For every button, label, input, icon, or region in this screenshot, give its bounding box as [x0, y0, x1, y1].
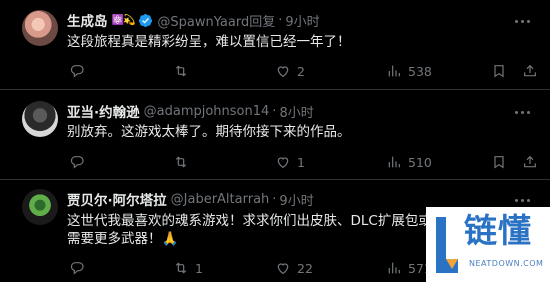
share-button[interactable]: [522, 62, 538, 80]
timestamp[interactable]: 9小时: [285, 11, 319, 30]
reply-item[interactable]: 亚当·约翰逊 @adampjohnson14 · 8小时 别放弃。这游戏太棒了。…: [0, 89, 550, 180]
bookmark-icon: [494, 65, 504, 78]
views-button[interactable]: 538: [386, 62, 432, 80]
author-handle[interactable]: @adampjohnson14: [144, 104, 270, 119]
avatar[interactable]: [22, 10, 58, 46]
share-icon: [524, 64, 536, 77]
author-name[interactable]: 亚当·约翰逊: [67, 101, 140, 121]
reply-thread: 生成岛 ⚛️💫 @SpawnYaard回复 · 9小时 这段旅程真是精彩纷呈，难…: [0, 0, 550, 282]
retweet-icon: [175, 65, 187, 77]
like-count: 22: [297, 260, 313, 276]
avatar[interactable]: [22, 189, 58, 225]
watermark-title: 链懂: [464, 211, 532, 250]
reply-header: 生成岛 ⚛️💫 @SpawnYaard回复 · 9小时: [67, 10, 320, 31]
views-count: 510: [408, 154, 432, 170]
more-options-icon[interactable]: [512, 13, 532, 29]
bookmark-button[interactable]: [491, 62, 507, 80]
reply-header: 贾贝尔·阿尔塔拉 @JaberAltarrah · 9小时: [67, 189, 314, 210]
reply-icon: [70, 262, 84, 275]
share-icon: [524, 155, 536, 168]
reply-icon: [70, 65, 84, 78]
retweet-icon: [175, 156, 187, 168]
action-bar: 1 510: [67, 153, 536, 171]
like-count: 2: [297, 63, 305, 79]
watermark-subtitle: NEATDOWN.COM: [469, 259, 544, 268]
author-handle[interactable]: @JaberAltarrah: [171, 192, 270, 207]
retweet-button[interactable]: [173, 62, 195, 80]
retweet-button[interactable]: [173, 153, 195, 171]
heart-icon: [277, 263, 289, 275]
separator-dot: ·: [278, 12, 283, 28]
verified-badge-icon: [139, 13, 153, 27]
like-button[interactable]: 22: [275, 259, 313, 277]
views-count: 538: [408, 63, 432, 79]
reply-text: 这段旅程真是精彩纷呈，难以置信已经一年了！: [67, 34, 351, 50]
like-button[interactable]: 1: [275, 153, 305, 171]
share-button[interactable]: [522, 153, 538, 171]
action-bar: 2 538: [67, 62, 536, 80]
heart-icon: [277, 66, 289, 78]
author-handle[interactable]: @SpawnYaard回复: [157, 11, 275, 30]
views-chart-icon: [388, 262, 400, 274]
watermark-l-logo-icon: [436, 217, 458, 273]
like-button[interactable]: 2: [275, 62, 305, 80]
timestamp[interactable]: 9小时: [279, 190, 313, 209]
author-name[interactable]: 贾贝尔·阿尔塔拉: [67, 189, 167, 209]
retweet-count: 1: [195, 260, 203, 276]
views-chart-icon: [388, 65, 400, 77]
bookmark-icon: [494, 156, 504, 169]
more-options-icon[interactable]: [512, 104, 532, 120]
watermark-logo: 链懂 NEATDOWN.COM: [426, 207, 550, 282]
heart-icon: [277, 157, 289, 169]
timestamp[interactable]: 8小时: [279, 102, 313, 121]
name-emoji-badges: ⚛️💫: [111, 14, 136, 26]
separator-dot: ·: [272, 191, 277, 207]
views-button[interactable]: 571: [386, 259, 432, 277]
reply-header: 亚当·约翰逊 @adampjohnson14 · 8小时: [67, 101, 314, 122]
like-count: 1: [297, 154, 305, 170]
retweet-icon: [175, 262, 187, 274]
views-chart-icon: [388, 156, 400, 168]
author-name[interactable]: 生成岛: [67, 10, 108, 30]
bookmark-button[interactable]: [491, 153, 507, 171]
reply-button[interactable]: [69, 62, 91, 80]
separator-dot: ·: [272, 103, 277, 119]
reply-button[interactable]: [69, 153, 91, 171]
views-button[interactable]: 510: [386, 153, 432, 171]
reply-icon: [70, 156, 84, 169]
reply-text: 别放弃。这游戏太棒了。期待你接下来的作品。: [67, 124, 351, 140]
more-options-icon[interactable]: [512, 192, 532, 208]
reply-text: 这世代我最喜欢的魂系游戏！求求你们出皮肤、DLC扩展包或需要更多武器！🙏: [67, 213, 432, 247]
retweet-button[interactable]: 1: [173, 259, 203, 277]
reply-button[interactable]: [69, 259, 91, 277]
reply-item[interactable]: 生成岛 ⚛️💫 @SpawnYaard回复 · 9小时 这段旅程真是精彩纷呈，难…: [0, 0, 550, 90]
avatar[interactable]: [22, 101, 58, 137]
